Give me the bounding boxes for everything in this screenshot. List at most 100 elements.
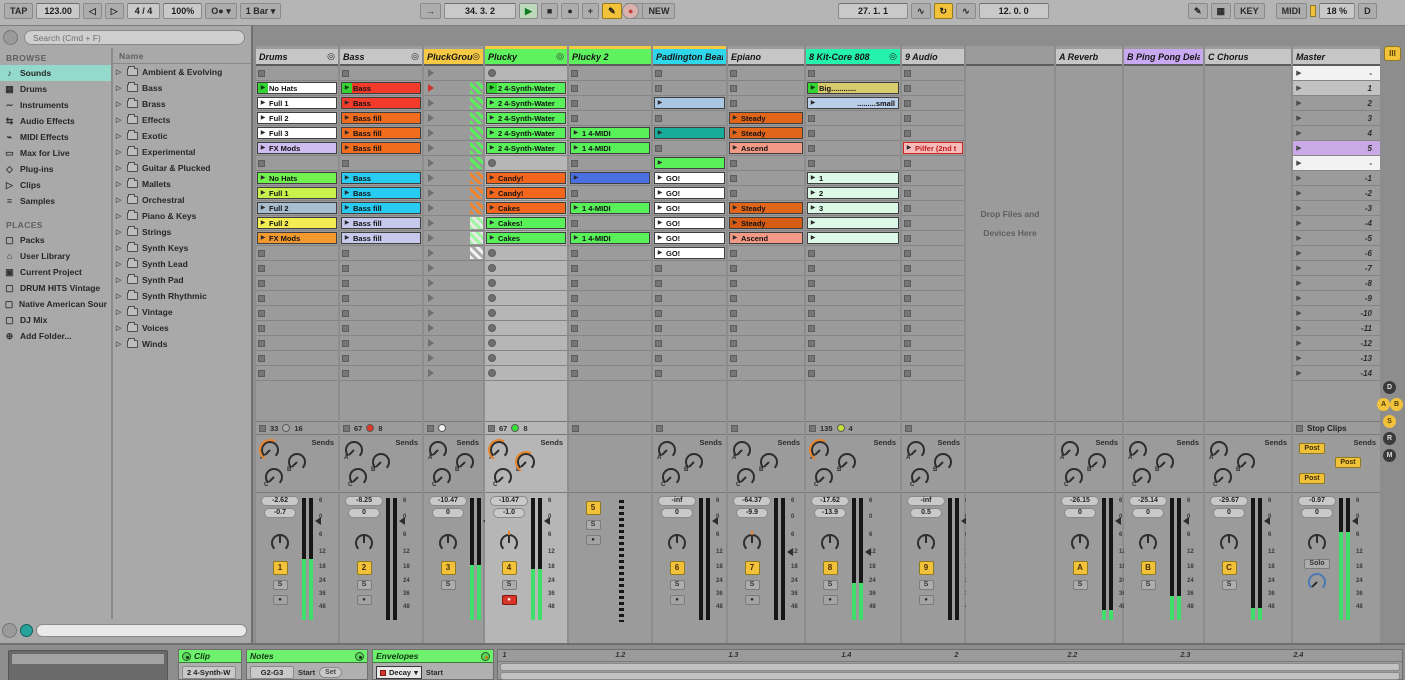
clip-slot[interactable]: ▶GO! xyxy=(653,216,726,231)
sidebar-item-drums[interactable]: ▦Drums xyxy=(0,81,111,97)
track-activator-button[interactable]: 1 xyxy=(273,561,288,575)
scene-slot[interactable]: ▶-1 xyxy=(1293,171,1380,186)
sidebar-item-midi-effects[interactable]: ⌁MIDI Effects xyxy=(0,129,111,145)
clip-stop-slot[interactable] xyxy=(902,306,964,321)
send-knob-a[interactable]: A xyxy=(345,441,363,459)
scene-play-icon[interactable]: ▶ xyxy=(1293,189,1305,197)
io-icon[interactable]: ▦ xyxy=(1211,3,1232,19)
loop-bar[interactable] xyxy=(500,663,1400,671)
clip[interactable]: ▶Bass fill xyxy=(341,202,421,214)
scene-slot[interactable]: ▶-3 xyxy=(1293,201,1380,216)
clip-slot[interactable]: ▶GO! xyxy=(653,171,726,186)
group-clip-slot[interactable] xyxy=(424,261,483,276)
clip-play-icon[interactable]: ▶ xyxy=(487,112,497,124)
metronome-caret-icon[interactable]: ▾ xyxy=(226,6,231,16)
places-item-current-project[interactable]: ▣Current Project xyxy=(0,264,111,280)
sidebar-item-sounds[interactable]: ♪Sounds xyxy=(0,65,111,81)
clip-play-icon[interactable]: ▶ xyxy=(808,187,818,199)
places-item-native-american-sour[interactable]: ▢Native American Sour xyxy=(0,296,111,312)
clip-stop-slot[interactable] xyxy=(902,96,964,111)
clip-slot[interactable]: ▶Cakes xyxy=(485,231,567,246)
clip-slot[interactable]: ▶ xyxy=(653,96,726,111)
clip[interactable]: ▶1 4-MIDI xyxy=(570,232,650,244)
scene-play-icon[interactable]: ▶ xyxy=(1293,294,1305,302)
disclosure-triangle-icon[interactable]: ▷ xyxy=(116,196,123,204)
clip-stop-slot[interactable] xyxy=(902,366,964,381)
clip[interactable]: ▶Cakes! xyxy=(486,217,566,229)
track-stop-button[interactable] xyxy=(656,425,663,432)
envelopes-panel-icon[interactable] xyxy=(481,652,490,661)
send-knob-c[interactable]: C xyxy=(494,468,512,486)
clip-stop-slot[interactable] xyxy=(256,261,338,276)
clip-play-icon[interactable]: ▶ xyxy=(808,217,818,229)
disclosure-triangle-icon[interactable]: ▷ xyxy=(116,148,123,156)
group-clip-slot[interactable] xyxy=(424,66,483,81)
track-activator-button[interactable]: A xyxy=(1073,561,1088,575)
clip-stop-slot[interactable] xyxy=(728,96,804,111)
folder-row[interactable]: ▷Synth Keys xyxy=(113,240,251,256)
volume-display[interactable]: 0 xyxy=(348,508,380,518)
peak-level-display[interactable]: -10.47 xyxy=(490,496,528,506)
set-button[interactable]: Set xyxy=(319,667,342,678)
pan-knob[interactable] xyxy=(1071,534,1089,552)
track-header-return-c[interactable]: C Chorus xyxy=(1205,49,1291,66)
clip-play-icon[interactable]: ▶ xyxy=(655,247,665,259)
scrub-area[interactable] xyxy=(500,672,1400,680)
track-header-epiano[interactable]: Epiano xyxy=(728,49,804,66)
clip-stop-slot[interactable] xyxy=(485,291,567,306)
clip-play-icon[interactable]: ▶ xyxy=(655,172,665,184)
group-clip-slot[interactable] xyxy=(424,96,483,111)
clip-play-icon[interactable]: ▶ xyxy=(342,232,352,244)
clip[interactable]: ▶GO! xyxy=(654,172,725,184)
send-knob-b[interactable]: B xyxy=(685,453,703,471)
clip-play-icon[interactable]: ▶ xyxy=(904,142,914,154)
clip[interactable]: ▶2 4-Synth-Water xyxy=(486,97,566,109)
tempo-display[interactable]: 123.00 xyxy=(36,3,80,19)
peak-level-display[interactable]: -8.25 xyxy=(345,496,383,506)
clip-slot[interactable]: ▶ xyxy=(653,126,726,141)
info-view-toggle-icon[interactable] xyxy=(2,623,17,638)
clip-slot[interactable]: ▶Bass fill xyxy=(340,141,422,156)
peak-level-display[interactable]: -2.62 xyxy=(261,496,299,506)
clip-stop-slot[interactable] xyxy=(902,261,964,276)
pan-knob[interactable] xyxy=(355,534,373,552)
clip-stop-slot[interactable] xyxy=(256,246,338,261)
clip-playing-icon[interactable]: ▶ xyxy=(258,82,268,94)
clip-slot[interactable]: ▶ xyxy=(806,231,900,246)
clip-slot[interactable]: ▶Cakes! xyxy=(485,216,567,231)
send-knob-c[interactable]: C xyxy=(662,468,680,486)
clip-slot[interactable]: ▶GO! xyxy=(653,201,726,216)
clip[interactable]: ▶Cakes xyxy=(486,202,566,214)
clip-stop-slot[interactable] xyxy=(485,261,567,276)
scene-slot[interactable]: ▶3 xyxy=(1293,111,1380,126)
places-item-user-library[interactable]: ⌂User Library xyxy=(0,248,111,264)
send-post-toggle-a[interactable]: Post xyxy=(1299,443,1325,454)
clip-stop-slot[interactable] xyxy=(902,291,964,306)
folder-row[interactable]: ▷Bass xyxy=(113,80,251,96)
session-record-button[interactable]: ● xyxy=(622,3,639,19)
scene-play-icon[interactable]: ▶ xyxy=(1293,234,1305,242)
clip[interactable]: ▶Full 2 xyxy=(257,217,337,229)
quantization-menu[interactable]: 1 Bar ▾ xyxy=(240,3,282,19)
clip-stop-slot[interactable] xyxy=(902,66,964,81)
clip-slot[interactable]: ▶FX Mods xyxy=(256,231,338,246)
draw-mode-icon[interactable]: ✎ xyxy=(1188,3,1208,19)
clip-slot[interactable]: ▶Full 1 xyxy=(256,186,338,201)
clip-stop-slot[interactable] xyxy=(902,231,964,246)
scene-slot[interactable]: ▶2 xyxy=(1293,96,1380,111)
scene-play-icon[interactable]: ▶ xyxy=(1293,249,1305,257)
clip[interactable]: ▶2 4-Synth-Water xyxy=(486,112,566,124)
clip[interactable]: ▶Full 1 xyxy=(257,187,337,199)
clip-play-icon[interactable]: ▶ xyxy=(730,202,740,214)
clip-play-icon[interactable]: ▶ xyxy=(655,202,665,214)
track-header-return-b[interactable]: B Ping Pong Delay xyxy=(1124,49,1203,66)
volume-display[interactable]: 0 xyxy=(1132,508,1164,518)
volume-display[interactable]: 0 xyxy=(1301,508,1333,518)
clip-slot[interactable]: ▶Pilfer (2nd t xyxy=(902,141,964,156)
clip-stop-slot[interactable] xyxy=(340,366,422,381)
clip-stop-slot[interactable] xyxy=(485,351,567,366)
clip-play-icon[interactable]: ▶ xyxy=(655,97,665,109)
arm-button[interactable]: ● xyxy=(919,595,934,605)
punch-out-button[interactable]: ∿ xyxy=(956,3,976,19)
clip-stop-slot[interactable] xyxy=(485,66,567,81)
